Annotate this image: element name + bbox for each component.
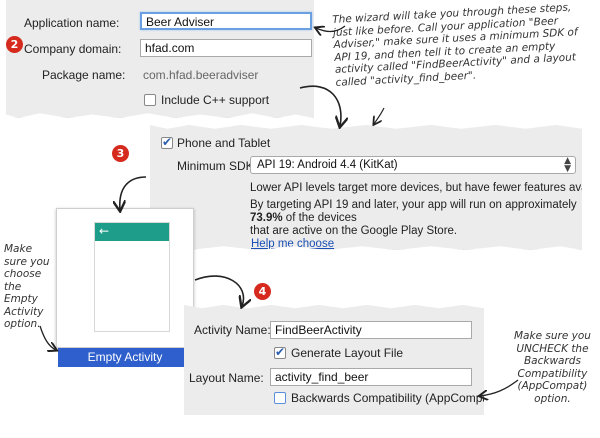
step3-to-template-arrow: [120, 176, 147, 210]
template-to-step4-arrow: [194, 275, 244, 306]
note-to-backwards-arrow: [480, 379, 519, 396]
note-to-empty-activity-arrow: [39, 325, 56, 350]
note-to-panel2-arrow: [374, 107, 385, 124]
wizard-collage: Application name: Beer Adviser Company d…: [0, 0, 600, 438]
step2-to-step3-arrow: [299, 85, 341, 126]
annotation-arrows: [39, 0, 519, 438]
note-to-appname-arrow: [316, 26, 346, 32]
